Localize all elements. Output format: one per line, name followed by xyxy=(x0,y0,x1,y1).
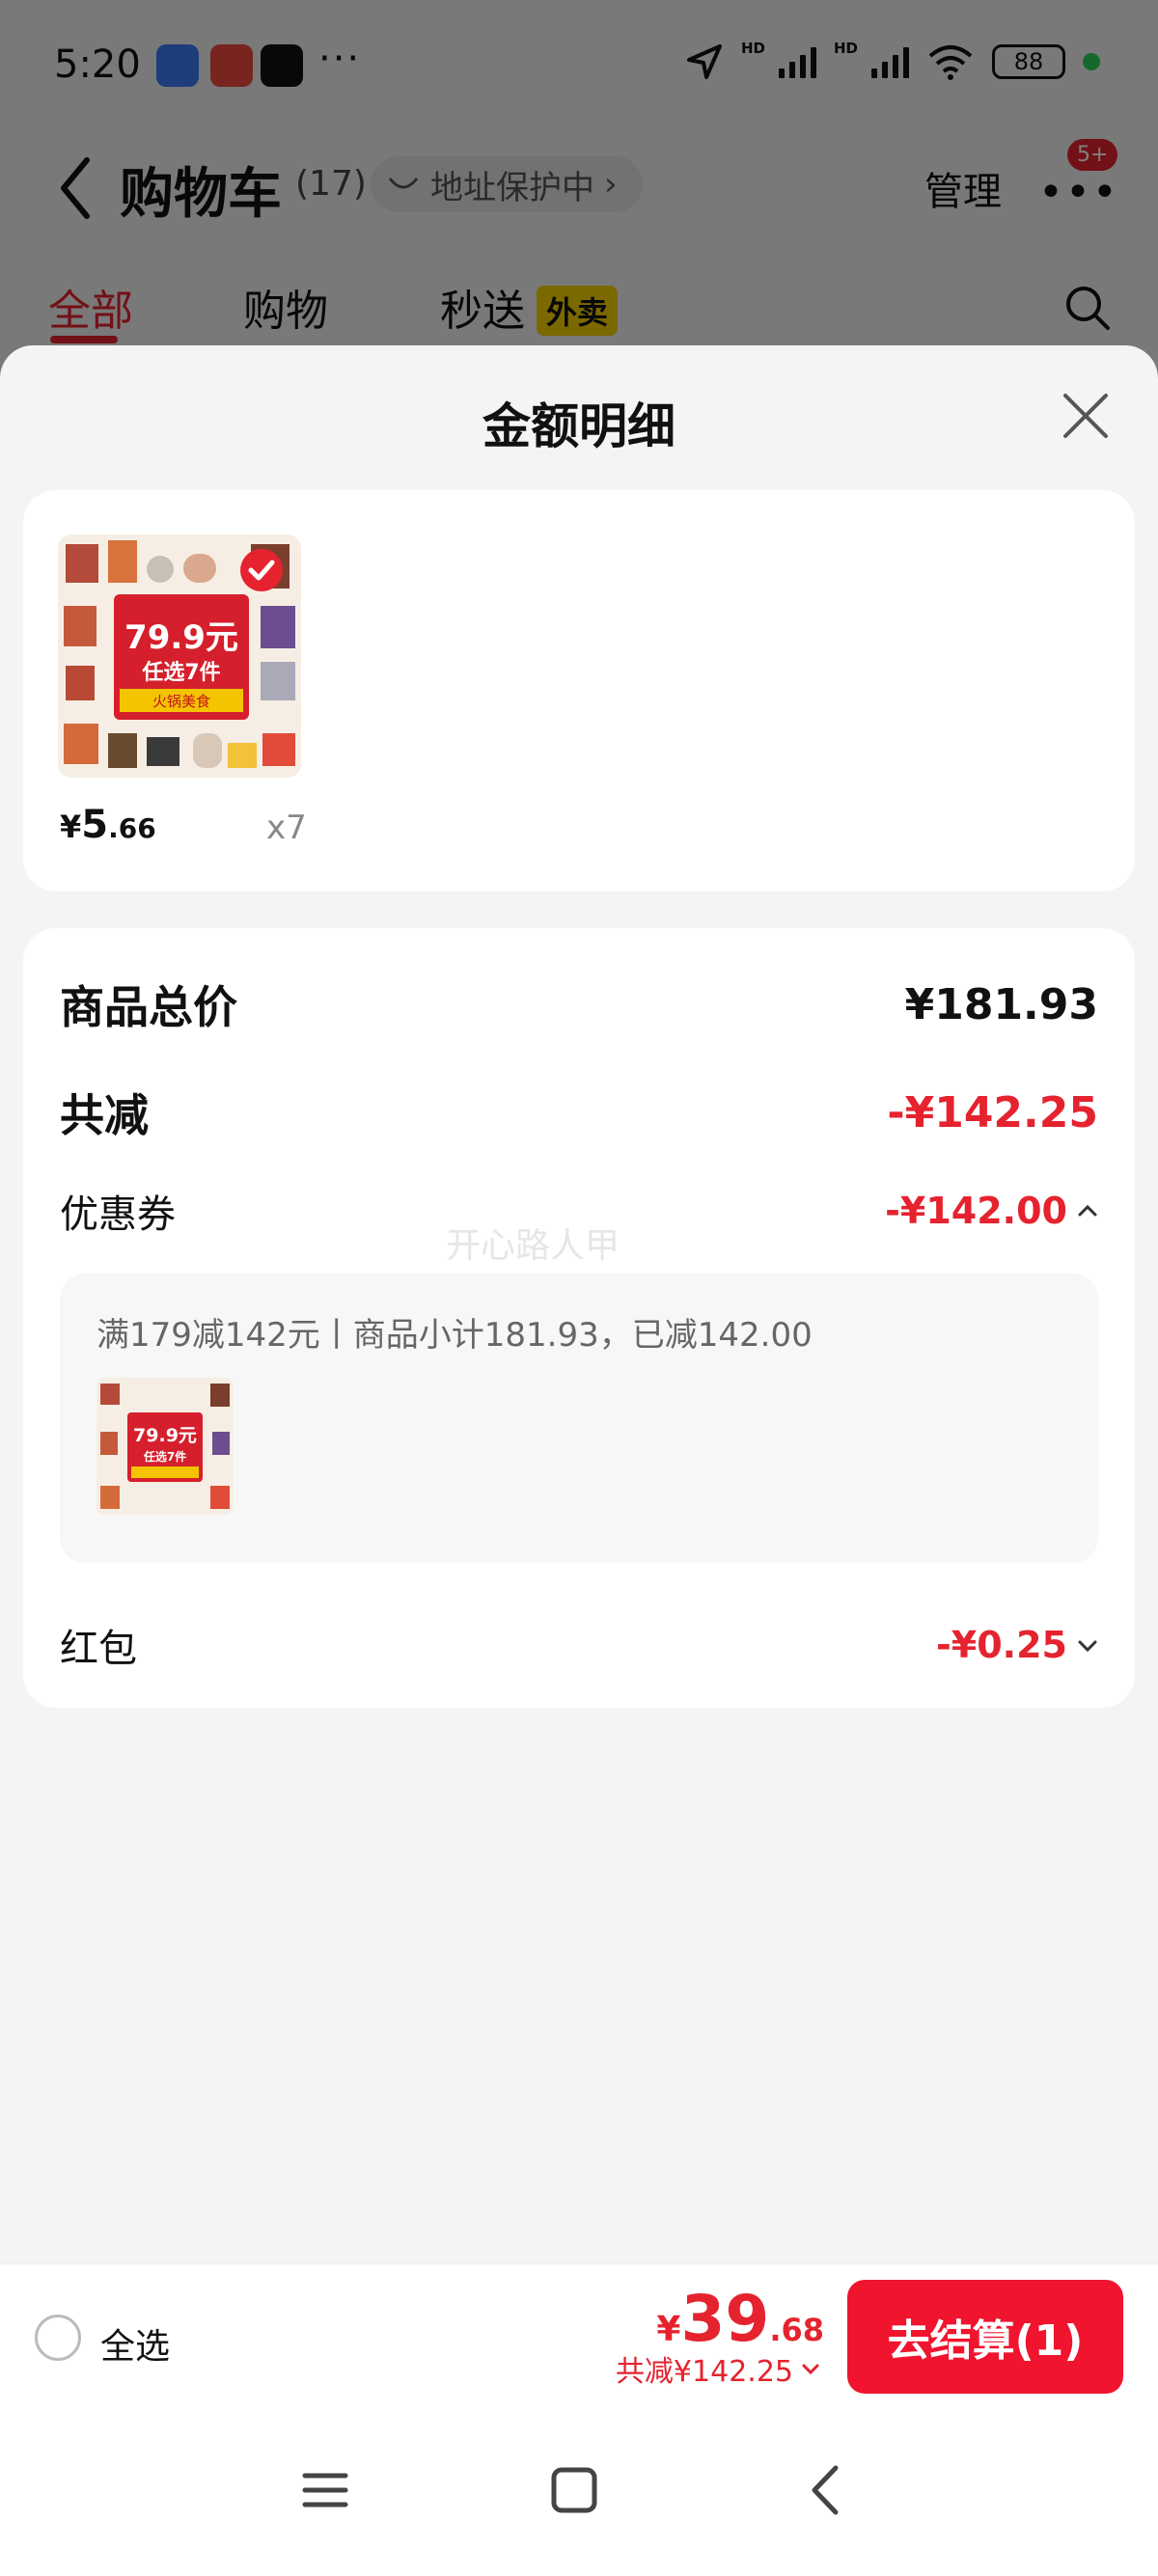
coupon-label: 优惠券 xyxy=(60,1192,176,1237)
total-reduction-label: 共减 xyxy=(60,1089,149,1141)
system-navigation-bar xyxy=(0,2406,1158,2576)
thumb-promo-price-text: 79.9元 xyxy=(133,1425,197,1446)
recent-apps-icon[interactable] xyxy=(291,2456,359,2524)
promo-tag-text: 火锅美食 xyxy=(152,693,210,710)
back-icon[interactable] xyxy=(793,2456,861,2524)
total-price-label: 商品总价 xyxy=(60,981,237,1033)
coupon-rule-text: 满179减142元丨商品小计181.93，已减142.00 xyxy=(96,1316,813,1355)
total-price-value: ¥181.93 xyxy=(904,979,1098,1029)
price-integer: 5 xyxy=(81,803,109,847)
total-amount: ¥39.68 xyxy=(656,2282,824,2356)
coupon-value: -¥142.00 xyxy=(885,1190,1067,1232)
total-reduction-value: -¥142.25 xyxy=(887,1087,1098,1137)
coupon-detail-box: 满179减142元丨商品小计181.93，已减142.00 79.9元 任选7件 xyxy=(60,1274,1098,1563)
total-price-row: 商品总价 ¥181.93 xyxy=(60,973,1098,1036)
checkout-button[interactable]: 去结算(1) xyxy=(847,2280,1123,2394)
watermark-text: 开心路人甲 xyxy=(446,1226,620,1266)
thumb-promo-sub-text: 任选7件 xyxy=(143,1449,186,1464)
total-integer: 39 xyxy=(680,2282,770,2356)
price-breakdown-card: 商品总价 ¥181.93 共减 -¥142.25 优惠券 -¥142.00 满1… xyxy=(23,928,1135,1708)
total-decimal: .68 xyxy=(769,2312,824,2348)
product-price: ¥5.66 xyxy=(60,803,156,847)
promo-price-text: 79.9元 xyxy=(124,618,238,657)
currency-symbol: ¥ xyxy=(60,808,82,845)
chevron-down-icon[interactable] xyxy=(1077,1634,1098,1656)
chevron-up-icon[interactable] xyxy=(1077,1200,1098,1221)
product-card: 79.9元 任选7件 火锅美食 ¥5.66 x7 xyxy=(23,490,1135,891)
chevron-down-icon xyxy=(802,2364,819,2375)
red-packet-row[interactable]: 红包 -¥0.25 xyxy=(60,1617,1098,1673)
checkmark-icon xyxy=(240,549,283,591)
saved-amount: 共减¥142.25 xyxy=(615,2355,793,2389)
red-packet-label: 红包 xyxy=(60,1627,137,1671)
red-packet-value: -¥0.25 xyxy=(936,1624,1067,1666)
home-icon[interactable] xyxy=(540,2456,608,2524)
sheet-title: 金额明细 xyxy=(482,398,676,454)
total-currency: ¥ xyxy=(656,2310,681,2349)
saved-amount-toggle[interactable]: 共减¥142.25 xyxy=(616,2347,820,2390)
price-decimal: .66 xyxy=(108,812,156,844)
dim-overlay[interactable] xyxy=(0,0,1158,405)
select-all-label[interactable]: 全选 xyxy=(100,2318,170,2369)
coupon-product-thumbnail: 79.9元 任选7件 xyxy=(96,1378,234,1515)
select-all-checkbox[interactable] xyxy=(35,2315,81,2361)
checkout-bar: 全选 ¥39.68 共减¥142.25 去结算(1) xyxy=(0,2263,1158,2406)
close-icon[interactable] xyxy=(1060,390,1112,442)
promo-sub-text: 任选7件 xyxy=(141,660,220,685)
total-reduction-row: 共减 -¥142.25 xyxy=(60,1081,1098,1144)
amount-detail-sheet: 金额明细 79.9元 任选7件 火锅美食 ¥5.66 x7 商品总价 ¥181.… xyxy=(0,345,1158,2263)
product-quantity: x7 xyxy=(266,808,307,847)
